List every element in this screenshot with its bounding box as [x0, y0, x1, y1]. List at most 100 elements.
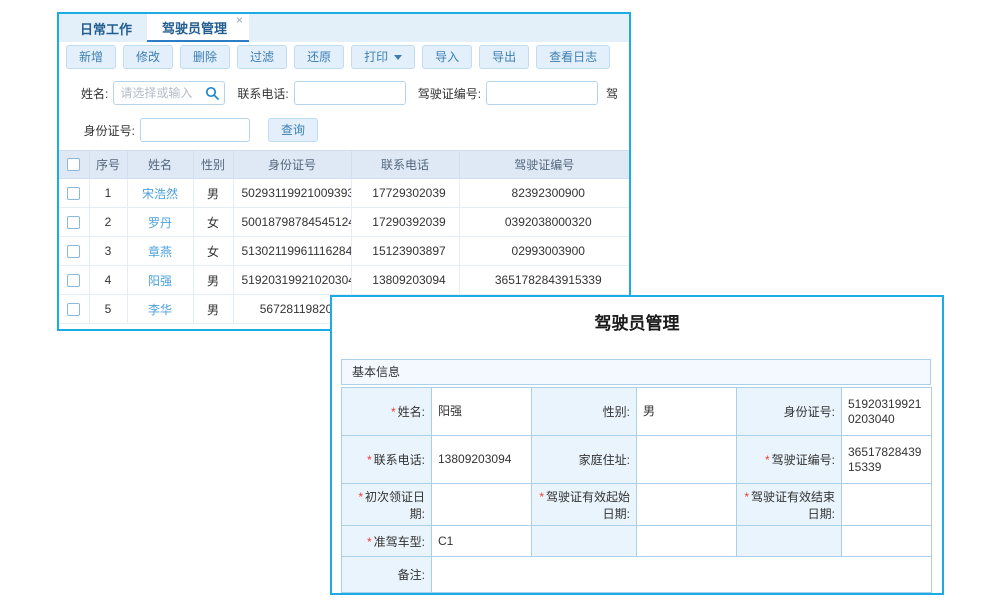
- phone-label: 联系电话:: [237, 85, 288, 102]
- filter-button[interactable]: 过滤: [237, 45, 287, 69]
- driver-name-link[interactable]: 阳强: [148, 274, 172, 288]
- cell-gender: 女: [193, 208, 233, 237]
- add-button[interactable]: 新增: [66, 45, 116, 69]
- view-log-button[interactable]: 查看日志: [536, 45, 610, 69]
- toolbar: 新增 修改 删除 过滤 还原 打印 导入 导出 查看日志: [59, 42, 629, 72]
- table-row: 2 罗丹 女 500187987845451245 17290392039 03…: [59, 208, 629, 237]
- header-license: 驾驶证编号: [459, 151, 629, 179]
- field-value-valid-end-date: [842, 484, 932, 526]
- tab-driver-management[interactable]: 驾驶员管理 ×: [147, 14, 249, 42]
- field-label-first-issue-date: *初次领证日期:: [342, 484, 432, 526]
- field-label-vehicle-type: *准驾车型:: [342, 526, 432, 557]
- select-all-checkbox[interactable]: [67, 158, 80, 171]
- field-label-valid-end-date: *驾驶证有效结束日期:: [737, 484, 842, 526]
- driver-name-link[interactable]: 李华: [148, 303, 172, 317]
- cell-phone: 17290392039: [351, 208, 459, 237]
- field-label-name: *姓名:: [342, 388, 432, 436]
- cell-seq: 5: [89, 295, 127, 324]
- field-value-id: 519203199210203040: [842, 388, 932, 436]
- cell-seq: 1: [89, 179, 127, 208]
- cell-license: 0392038000320: [459, 208, 629, 237]
- required-marker: *: [391, 405, 396, 419]
- cell-phone: 17729302039: [351, 179, 459, 208]
- restore-button[interactable]: 还原: [294, 45, 344, 69]
- header-phone: 联系电话: [351, 151, 459, 179]
- phone-input[interactable]: [294, 81, 406, 105]
- form-row: 备注:: [342, 557, 932, 593]
- query-button[interactable]: 查询: [268, 118, 318, 142]
- field-label-license-no: *驾驶证编号:: [737, 436, 842, 484]
- tab-driver-management-label: 驾驶员管理: [162, 18, 227, 37]
- tab-daily-work[interactable]: 日常工作: [65, 14, 147, 42]
- table-row: 3 章燕 女 513021199611162847 15123903897 02…: [59, 237, 629, 266]
- required-marker: *: [367, 453, 372, 467]
- field-value-vehicle-type: C1: [432, 526, 532, 557]
- cell-id: 502931199210093930: [233, 179, 351, 208]
- cell-gender: 男: [193, 179, 233, 208]
- empty-value-cell: [842, 526, 932, 557]
- row-checkbox[interactable]: [67, 245, 80, 258]
- field-value-license-no: 3651782843915339: [842, 436, 932, 484]
- field-value-address: [637, 436, 737, 484]
- form-row: *准驾车型: C1: [342, 526, 932, 557]
- row-checkbox[interactable]: [67, 303, 80, 316]
- print-button-label: 打印: [364, 50, 388, 64]
- driver-name-link[interactable]: 章燕: [148, 245, 172, 259]
- caret-down-icon: [394, 55, 402, 60]
- search-icon[interactable]: [205, 86, 219, 100]
- cell-license: 82392300900: [459, 179, 629, 208]
- print-button[interactable]: 打印: [351, 45, 415, 69]
- driver-name-link[interactable]: 罗丹: [148, 216, 172, 230]
- driver-name-link[interactable]: 宋浩然: [142, 187, 178, 201]
- required-marker: *: [539, 490, 544, 504]
- cell-phone: 13809203094: [351, 266, 459, 295]
- driver-detail-form: *姓名: 阳强 性别: 男 身份证号: 519203199210203040 *…: [341, 387, 932, 593]
- required-marker: *: [367, 535, 372, 549]
- id-no-label: 身份证号:: [73, 122, 135, 139]
- field-value-first-issue-date: [432, 484, 532, 526]
- export-button[interactable]: 导出: [479, 45, 529, 69]
- cell-phone: 15123903897: [351, 237, 459, 266]
- cell-seq: 4: [89, 266, 127, 295]
- driver-management-window: 日常工作 驾驶员管理 × 新增 修改 删除 过滤 还原 打印 导入 导出 查看日…: [57, 12, 631, 331]
- field-value-phone: 13809203094: [432, 436, 532, 484]
- row-checkbox[interactable]: [67, 274, 80, 287]
- dialog-title: 驾驶员管理: [332, 313, 942, 335]
- name-input-wrap: [113, 81, 225, 105]
- search-row-2: 身份证号: 查询: [59, 118, 629, 142]
- header-gender: 性别: [193, 151, 233, 179]
- field-label-remark: 备注:: [342, 557, 432, 593]
- row-checkbox[interactable]: [67, 187, 80, 200]
- table-row: 4 阳强 男 519203199210203040 13809203094 36…: [59, 266, 629, 295]
- cell-gender: 男: [193, 295, 233, 324]
- id-no-input[interactable]: [140, 118, 250, 142]
- field-label-gender: 性别:: [532, 388, 637, 436]
- table-header-row: 序号 姓名 性别 身份证号 联系电话 驾驶证编号: [59, 151, 629, 179]
- field-label-id: 身份证号:: [737, 388, 842, 436]
- search-row-1: 姓名: 联系电话: 驾驶证编号: 驾: [59, 80, 629, 106]
- row-checkbox[interactable]: [67, 216, 80, 229]
- cell-id: 519203199210203040: [233, 266, 351, 295]
- section-basic-info: 基本信息: [341, 359, 931, 385]
- license-no-label: 驾驶证编号:: [418, 85, 481, 102]
- header-id: 身份证号: [233, 151, 351, 179]
- empty-label-cell: [532, 526, 637, 557]
- clipped-field-label: 驾: [606, 85, 618, 102]
- modify-button[interactable]: 修改: [123, 45, 173, 69]
- cell-license: 02993003900: [459, 237, 629, 266]
- empty-value-cell: [637, 526, 737, 557]
- table-row: 1 宋浩然 男 502931199210093930 17729302039 8…: [59, 179, 629, 208]
- cell-seq: 2: [89, 208, 127, 237]
- delete-button[interactable]: 删除: [180, 45, 230, 69]
- cell-seq: 3: [89, 237, 127, 266]
- field-value-name: 阳强: [432, 388, 532, 436]
- import-button[interactable]: 导入: [422, 45, 472, 69]
- form-row: *联系电话: 13809203094 家庭住址: *驾驶证编号: 3651782…: [342, 436, 932, 484]
- cell-id: 513021199611162847: [233, 237, 351, 266]
- required-marker: *: [744, 490, 749, 504]
- close-tab-icon[interactable]: ×: [236, 14, 243, 26]
- cell-license: 3651782843915339: [459, 266, 629, 295]
- license-no-input[interactable]: [486, 81, 598, 105]
- driver-detail-dialog: 驾驶员管理 基本信息 *姓名: 阳强 性别: 男 身份证号: 519203199…: [330, 295, 944, 595]
- field-value-valid-start-date: [637, 484, 737, 526]
